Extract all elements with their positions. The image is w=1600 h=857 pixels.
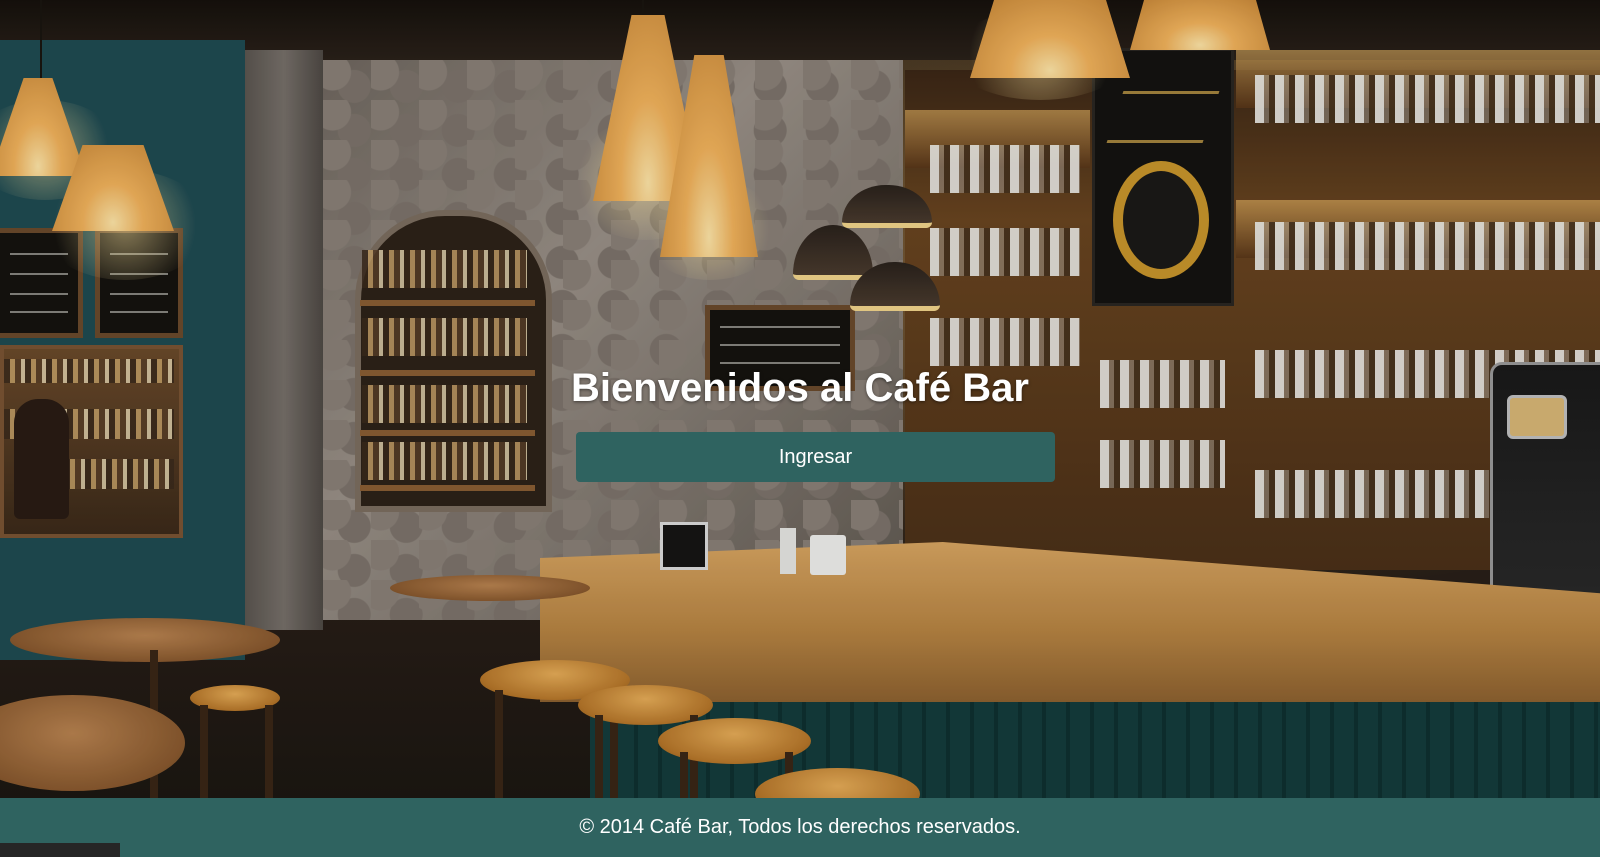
footer: © 2014 Café Bar, Todos los derechos rese… <box>0 798 1600 857</box>
page: Bienvenidos al Café Bar Ingresar © 2014 … <box>0 0 1600 857</box>
footer-copyright: © 2014 Café Bar, Todos los derechos rese… <box>579 816 1021 838</box>
corner-block <box>0 843 120 857</box>
enter-button[interactable]: Ingresar <box>576 432 1055 482</box>
welcome-title: Bienvenidos al Café Bar <box>571 366 1029 410</box>
